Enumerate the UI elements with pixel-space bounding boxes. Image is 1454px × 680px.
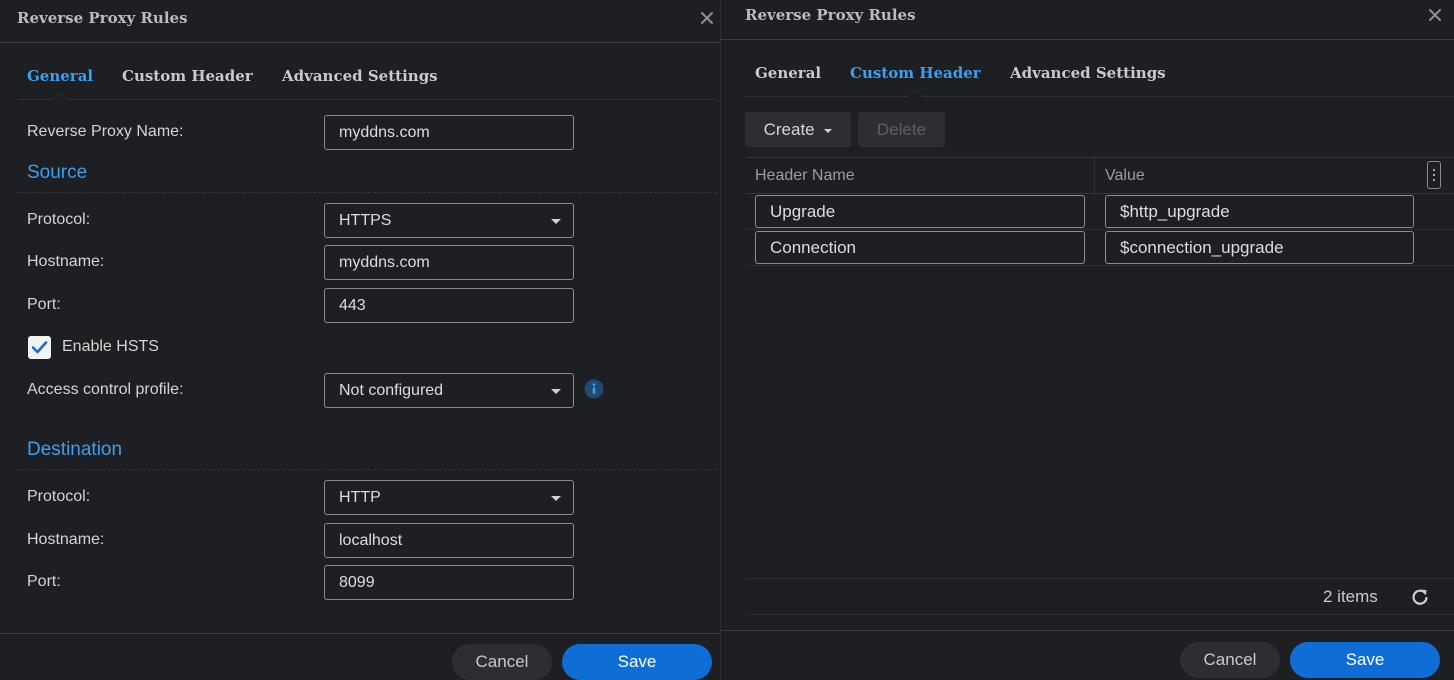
tab-general[interactable]: General <box>27 67 93 85</box>
chevron-down-icon <box>551 496 561 501</box>
header-name-input[interactable]: Upgrade <box>755 195 1085 228</box>
footer-divider <box>721 630 1454 631</box>
source-protocol-select[interactable]: HTTPS <box>324 203 574 238</box>
dialog-title: Reverse Proxy Rules <box>745 6 916 24</box>
destination-port-label: Port: <box>27 573 61 590</box>
tab-custom-header[interactable]: Custom Header <box>122 67 253 85</box>
table-footer-border <box>745 614 1454 615</box>
tab-general[interactable]: General <box>755 64 821 82</box>
access-control-profile-select[interactable]: Not configured <box>324 373 574 408</box>
source-port-label: Port: <box>27 296 61 313</box>
refresh-icon[interactable] <box>1410 587 1430 607</box>
reverse-proxy-name-label: Reverse Proxy Name: <box>27 123 184 140</box>
cancel-button[interactable]: Cancel <box>452 644 552 680</box>
caret-down-icon <box>824 128 833 133</box>
source-port-input[interactable]: 443 <box>324 288 574 323</box>
destination-section-title: Destination <box>27 439 123 460</box>
destination-protocol-select[interactable]: HTTP <box>324 480 574 515</box>
reverse-proxy-name-input[interactable]: myddns.com <box>324 115 574 150</box>
table-bottom-border <box>745 578 1454 579</box>
save-button[interactable]: Save <box>562 644 712 680</box>
items-count: 2 items <box>1323 587 1378 606</box>
row-divider <box>745 265 1454 266</box>
active-tab-indicator <box>52 92 68 100</box>
header-value-input[interactable]: $connection_upgrade <box>1105 231 1414 264</box>
tab-custom-header[interactable]: Custom Header <box>850 64 981 82</box>
chevron-down-icon <box>551 389 561 394</box>
column-menu-icon[interactable] <box>1427 161 1441 189</box>
right-dialog: Reverse Proxy Rules General Custom Heade… <box>720 0 1454 680</box>
create-button-label: Create <box>763 120 815 139</box>
header-value-input[interactable]: $http_upgrade <box>1105 195 1414 228</box>
divider <box>17 469 717 470</box>
source-hostname-label: Hostname: <box>27 253 105 270</box>
column-header-name[interactable]: Header Name <box>755 167 855 185</box>
dialog-title: Reverse Proxy Rules <box>17 9 188 27</box>
tab-advanced-settings[interactable]: Advanced Settings <box>282 67 438 85</box>
info-icon[interactable] <box>584 379 604 399</box>
cancel-button[interactable]: Cancel <box>1180 642 1280 678</box>
footer-divider <box>0 633 720 634</box>
row-divider <box>745 229 1454 230</box>
table-header-border <box>745 193 1454 194</box>
tab-advanced-settings[interactable]: Advanced Settings <box>1010 64 1166 82</box>
header-name-input[interactable]: Connection <box>755 231 1085 264</box>
check-icon <box>31 341 48 354</box>
destination-hostname-label: Hostname: <box>27 531 105 548</box>
save-button[interactable]: Save <box>1290 642 1440 678</box>
chevron-down-icon <box>551 219 561 224</box>
tab-bar: General Custom Header Advanced Settings <box>17 43 717 100</box>
enable-hsts-checkbox[interactable] <box>28 336 51 359</box>
title-bar: Reverse Proxy Rules <box>721 0 1454 40</box>
destination-hostname-input[interactable]: localhost <box>324 523 574 558</box>
close-icon[interactable] <box>1427 7 1443 23</box>
table-top-border <box>745 157 1454 158</box>
delete-button[interactable]: Delete <box>858 112 945 147</box>
active-tab-indicator <box>907 89 923 97</box>
column-header-value[interactable]: Value <box>1105 167 1145 185</box>
source-protocol-value: HTTPS <box>339 212 392 229</box>
destination-protocol-value: HTTP <box>339 489 381 506</box>
enable-hsts-label: Enable HSTS <box>62 338 159 355</box>
source-protocol-label: Protocol: <box>27 211 91 228</box>
close-icon[interactable] <box>699 10 715 26</box>
title-bar: Reverse Proxy Rules <box>0 0 720 43</box>
create-button[interactable]: Create <box>745 112 851 147</box>
left-dialog: Reverse Proxy Rules General Custom Heade… <box>0 0 720 680</box>
access-control-profile-value: Not configured <box>339 382 444 399</box>
destination-protocol-label: Protocol: <box>27 488 91 505</box>
tab-bar: General Custom Header Advanced Settings <box>745 40 1454 97</box>
source-hostname-input[interactable]: myddns.com <box>324 245 574 280</box>
divider <box>17 192 717 193</box>
source-section-title: Source <box>27 162 88 183</box>
destination-port-input[interactable]: 8099 <box>324 565 574 600</box>
access-control-profile-label: Access control profile: <box>27 381 184 398</box>
column-separator <box>1094 158 1095 194</box>
